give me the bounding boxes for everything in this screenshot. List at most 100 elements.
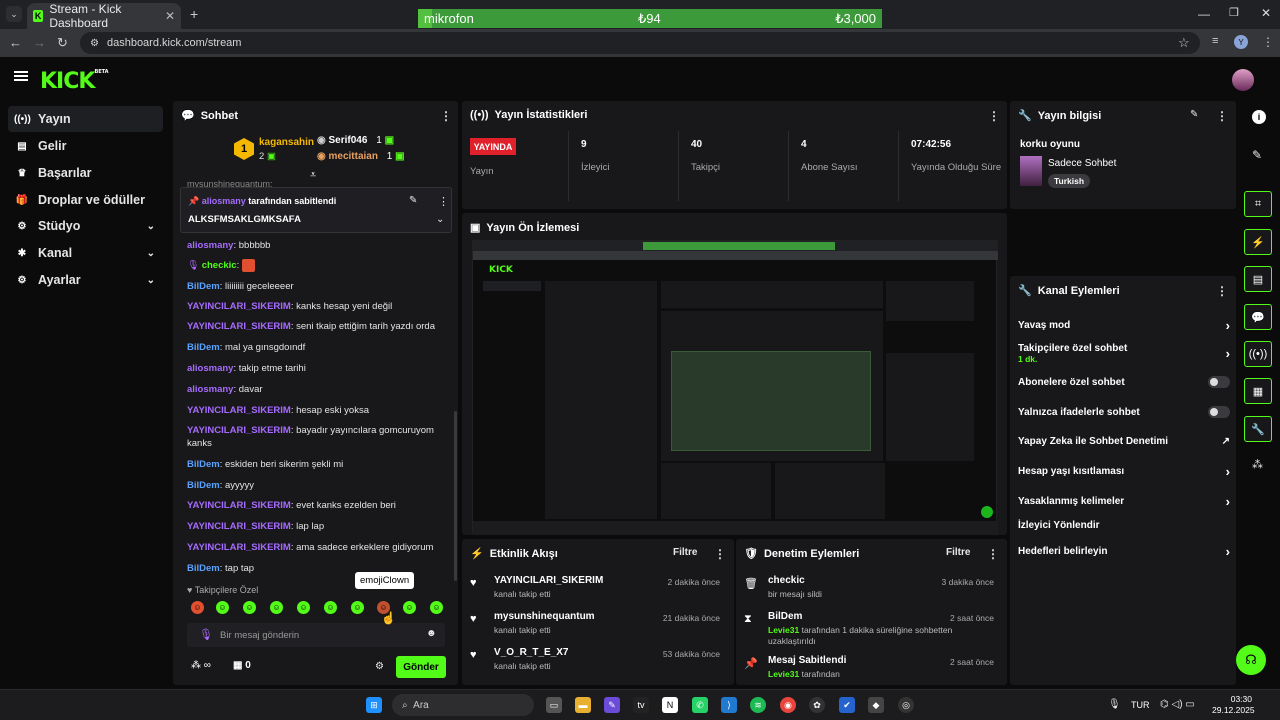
taskview-icon[interactable]: ▭ xyxy=(546,697,562,713)
chat-message[interactable]: aliosmany: takip etme tarihi xyxy=(187,363,449,376)
edit-icon[interactable]: ✎ xyxy=(1190,109,1198,120)
clock[interactable]: 03:30 29.12.2025 xyxy=(1212,694,1255,716)
toggle-switch[interactable] xyxy=(1208,406,1230,418)
rail-wrench-button[interactable]: 🔧 xyxy=(1244,416,1272,442)
chat-username[interactable]: BilDem xyxy=(187,281,220,292)
emote-icon[interactable]: ☺ xyxy=(430,601,443,614)
category-name[interactable]: Sadece Sohbet xyxy=(1048,158,1116,169)
rail-note-button[interactable]: ▤ xyxy=(1244,266,1272,292)
url-field[interactable]: ⚙ dashboard.kick.com/stream xyxy=(80,32,1200,54)
vscode-icon[interactable]: ⟩ xyxy=(721,697,737,713)
emoji-picker-icon[interactable]: ☻ xyxy=(426,628,437,639)
pen-icon[interactable]: ✎ xyxy=(1252,148,1262,162)
chrome-icon[interactable]: ◉ xyxy=(780,697,796,713)
send-button[interactable]: Gönder xyxy=(396,656,446,678)
chat-username[interactable]: aliosmany xyxy=(187,240,233,251)
chevron-right-icon[interactable]: › xyxy=(1226,464,1230,479)
whatsapp-icon[interactable]: ✆ xyxy=(692,697,708,713)
chat-message[interactable]: YAYINCILARI_SIKERIM: ama sadece erkekler… xyxy=(187,542,449,555)
channel-action-item[interactable]: Yavaş mod › xyxy=(1018,318,1230,333)
chat-username[interactable]: YAYINCILARI_SIKERIM xyxy=(187,301,291,312)
channel-action-item[interactable]: Yapay Zeka ile Sohbet Denetimi ↗ xyxy=(1018,436,1230,447)
rail-bolt-button[interactable]: ⚡ xyxy=(1244,229,1272,255)
sidebar-item-0[interactable]: ((•)) Yayın xyxy=(8,106,163,132)
start-icon[interactable]: ⊞ xyxy=(366,697,382,713)
channel-action-item[interactable]: İzleyici Yönlendir xyxy=(1018,520,1230,531)
emote-icon[interactable]: ☺ xyxy=(191,601,204,614)
notion-icon[interactable]: N xyxy=(662,697,678,713)
expand-pinned-icon[interactable]: ⌄ xyxy=(436,214,444,225)
support-chat-button[interactable]: ☊ xyxy=(1236,645,1266,675)
chevron-down-icon[interactable]: ⌄ xyxy=(147,275,155,286)
user-avatar[interactable] xyxy=(1232,69,1254,91)
microphone-icon[interactable]: 🎙 xyxy=(199,628,213,641)
obs-icon[interactable]: ◎ xyxy=(898,697,914,713)
rail-broadcast-button[interactable]: ((•)) xyxy=(1244,341,1272,367)
chat-footer-store[interactable]: ▦ 0 xyxy=(233,660,251,671)
chat-message[interactable]: YAYINCILARI_SIKERIM: kanks hesap yeni de… xyxy=(187,301,449,314)
chevron-right-icon[interactable]: › xyxy=(1226,544,1230,559)
tab-list-button[interactable]: ⌄ xyxy=(6,6,22,22)
chatgpt-icon[interactable]: ✿ xyxy=(809,697,825,713)
reading-list-icon[interactable]: ≡ xyxy=(1212,35,1218,47)
emote-icon[interactable]: ☺ xyxy=(324,601,337,614)
channel-action-item[interactable]: Hedefleri belirleyin › xyxy=(1018,544,1230,559)
channel-action-item[interactable]: Yalnızca ifadelerle sohbet xyxy=(1018,406,1230,418)
moderation-menu-icon[interactable]: ⋮ xyxy=(987,547,999,561)
sidebar-item-4[interactable]: ⚙ Stüdyo ⌄ xyxy=(8,213,163,239)
chat-settings-icon[interactable]: ⚙ xyxy=(375,661,384,672)
emote-icon[interactable]: ☺ xyxy=(297,601,310,614)
notes-app-icon[interactable]: ✎ xyxy=(604,697,620,713)
activity-filter-button[interactable]: Filtre xyxy=(673,547,697,558)
activity-item[interactable]: ♥ V_O_R_T_E_X7 kanalı takip etti 53 dakika … xyxy=(470,647,720,671)
collapse-chevron-icon[interactable]: ⩡ xyxy=(310,169,316,182)
chat-footer-users-icon[interactable]: ⁂ ∞ xyxy=(191,660,211,671)
stream-preview-video[interactable]: KICK xyxy=(472,240,998,535)
stats-menu-icon[interactable]: ⋮ xyxy=(988,109,1000,123)
chevron-down-icon[interactable]: ⌄ xyxy=(147,248,155,259)
pinned-message[interactable]: 📌 aliosmany tarafından sabitlendi ✎ ⋮ AL… xyxy=(180,187,452,233)
chat-username[interactable]: checkic xyxy=(202,260,237,271)
chat-username[interactable]: YAYINCILARI_SIKERIM xyxy=(187,425,291,436)
new-tab-button[interactable]: + xyxy=(190,6,198,22)
channel-action-item[interactable]: Abonelere özel sohbet xyxy=(1018,376,1230,388)
chat-message[interactable]: BilDem: liiiiiiii geceleeeer xyxy=(187,281,449,294)
chat-username[interactable]: aliosmany xyxy=(187,384,233,395)
chat-username[interactable]: BilDem xyxy=(187,459,220,470)
minimize-icon[interactable]: — xyxy=(1198,7,1210,21)
browser-tab[interactable]: K Stream - Kick Dashboard ✕ xyxy=(27,2,181,30)
moderation-item[interactable]: 📌 Mesaj Sabitlendi Levie31 tarafından 2 saa… xyxy=(744,655,994,680)
activity-item[interactable]: ♥ YAYINCILARI_SIKERIM kanalı takip etti 2 d… xyxy=(470,575,720,599)
chat-message[interactable]: BilDem: ayyyyy xyxy=(187,480,449,493)
emote-icon[interactable]: ☺ xyxy=(243,601,256,614)
back-icon[interactable]: ← xyxy=(9,35,22,50)
chat-scrollbar[interactable] xyxy=(454,411,457,581)
sidebar-item-2[interactable]: ♛ Başarılar xyxy=(8,160,163,186)
chevron-right-icon[interactable]: › xyxy=(1226,318,1230,333)
emote-icon[interactable]: ☺ xyxy=(351,601,364,614)
rail-chat-button[interactable]: 💬 xyxy=(1244,304,1272,330)
moderation-item[interactable]: 🗑 checkic bir mesajı sildi 3 dakika önce xyxy=(744,575,994,600)
stream-info-menu-icon[interactable]: ⋮ xyxy=(1216,109,1228,123)
tray-mic-icon[interactable]: 🎙 xyxy=(1108,699,1121,710)
kick-logo[interactable]: KICKBETA xyxy=(40,69,109,94)
site-info-icon[interactable]: ⚙ xyxy=(90,38,99,49)
language-indicator[interactable]: TUR xyxy=(1131,700,1150,710)
reload-icon[interactable]: ↻ xyxy=(57,35,68,51)
rail-users-icon[interactable]: ⁂ xyxy=(1252,458,1263,471)
chat-message[interactable]: YAYINCILARI_SIKERIM: evet kanks ezelden … xyxy=(187,500,449,513)
chevron-down-icon[interactable]: ⌄ xyxy=(147,221,155,232)
close-window-icon[interactable]: ✕ xyxy=(1261,6,1271,20)
channel-action-item[interactable]: Takipçilere özel sohbet 1 dk. › xyxy=(1018,343,1230,364)
profile-avatar[interactable]: Y xyxy=(1234,35,1248,49)
chat-username[interactable]: BilDem xyxy=(187,563,220,574)
chat-message[interactable]: aliosmany: bbbbbb xyxy=(187,240,449,253)
todo-icon[interactable]: ✔ xyxy=(839,697,855,713)
bookmark-star-icon[interactable]: ☆ xyxy=(1178,35,1190,51)
chat-menu-icon[interactable]: ⋮ xyxy=(440,109,452,123)
spotify-icon[interactable]: ≋ xyxy=(750,697,766,713)
channel-action-item[interactable]: Hesap yaşı kısıtlaması › xyxy=(1018,464,1230,479)
chat-username[interactable]: YAYINCILARI_SIKERIM xyxy=(187,405,291,416)
chat-username[interactable]: YAYINCILARI_SIKERIM xyxy=(187,500,291,511)
activity-item[interactable]: ♥ mysunshinequantum kanalı takip etti 21 da… xyxy=(470,611,720,635)
